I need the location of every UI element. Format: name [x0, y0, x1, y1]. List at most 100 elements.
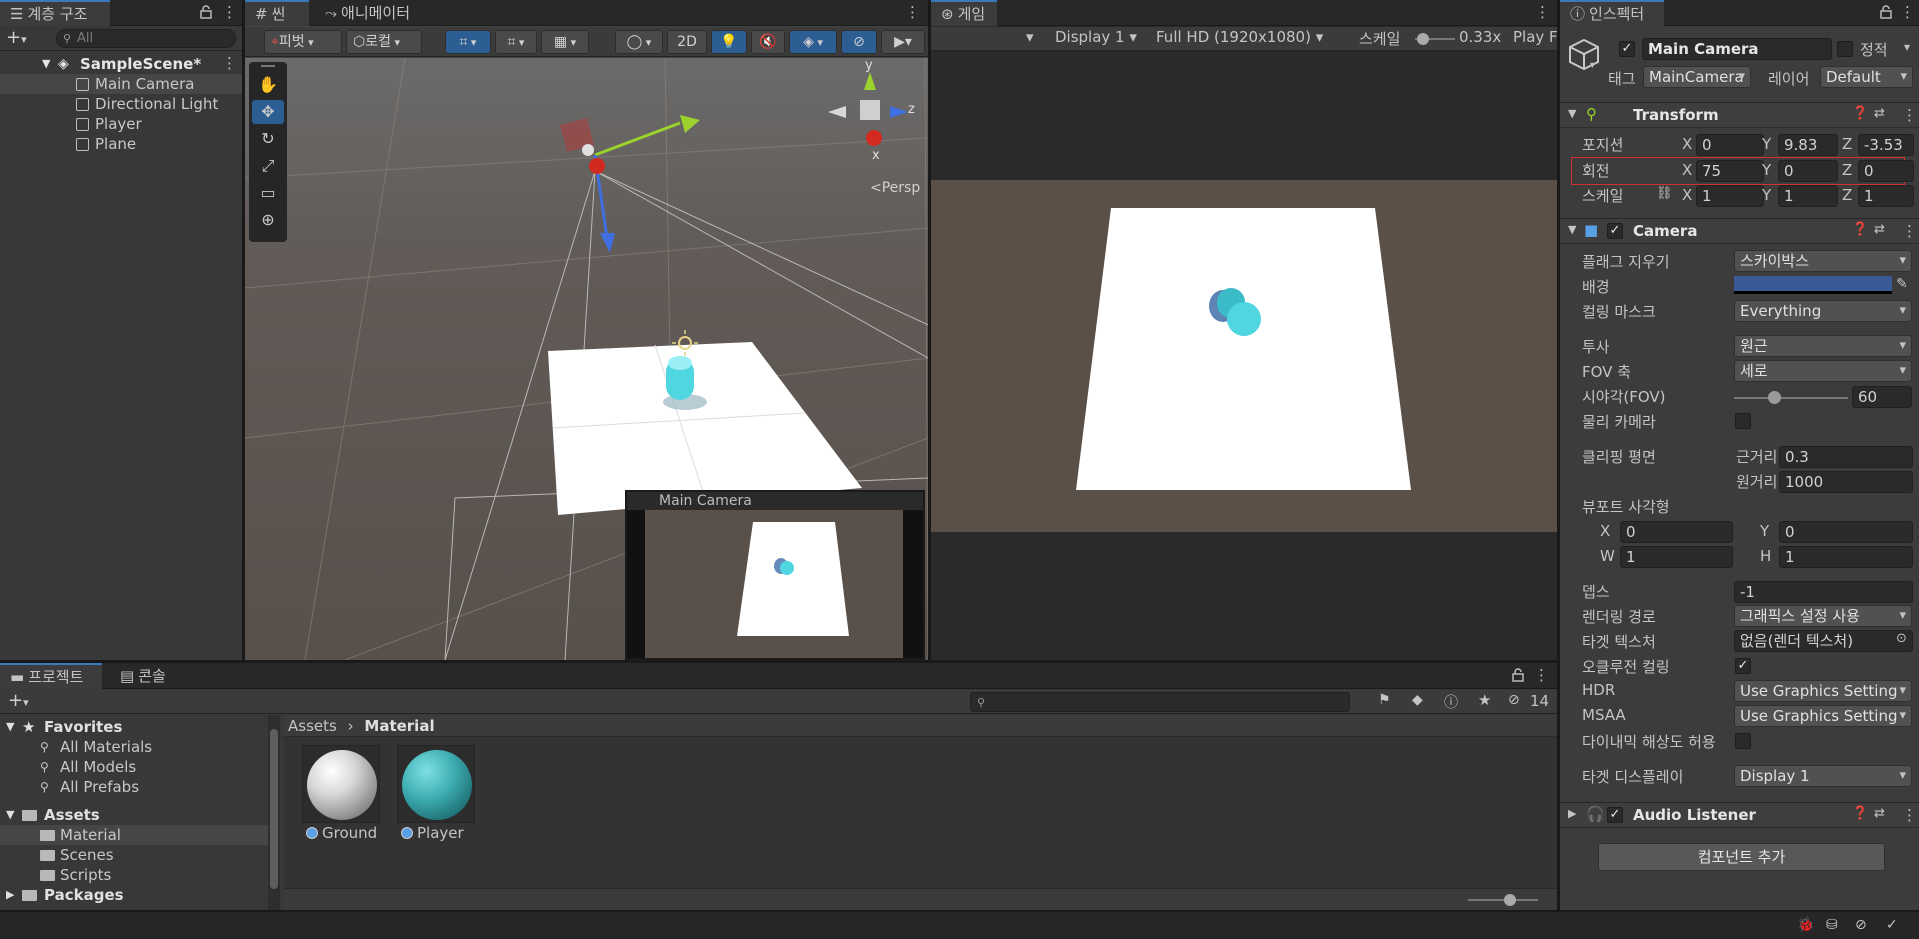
- help-icon[interactable]: ❓: [1852, 222, 1868, 237]
- constrain-proportions-icon[interactable]: ⛓: [1656, 186, 1673, 201]
- scene-root[interactable]: ▼ ◈ SampleScene* ⋮: [0, 54, 242, 74]
- favorites-all-models[interactable]: ⚲ All Models: [0, 757, 268, 777]
- breadcrumb-material[interactable]: Material: [364, 717, 434, 735]
- breadcrumb-assets[interactable]: Assets: [288, 717, 337, 735]
- scene-viewport[interactable]: ✋ ✥ ↻ ⤢ ▭ ⊕ y z x <Persp Main Camera: [245, 58, 928, 660]
- foldout-arrow-icon[interactable]: ▼: [1568, 107, 1576, 120]
- favorites-all-prefabs[interactable]: ⚲ All Prefabs: [0, 777, 268, 797]
- shading-mode-button[interactable]: ◯ ▾: [615, 30, 663, 54]
- scale-tool-icon[interactable]: ⤢: [252, 154, 284, 178]
- hierarchy-item-directional-light[interactable]: Directional Light: [0, 94, 242, 114]
- hidden-objects-toggle[interactable]: ⊘: [841, 30, 877, 54]
- foldout-arrow-icon[interactable]: ▼: [1568, 223, 1576, 236]
- rect-tool-icon[interactable]: ▭: [252, 181, 284, 205]
- eyedropper-icon[interactable]: ✎: [1896, 276, 1908, 292]
- folder-material[interactable]: Material: [0, 825, 268, 845]
- preset-icon[interactable]: ⇄: [1874, 106, 1885, 121]
- progress-check-icon[interactable]: ✓: [1886, 917, 1898, 933]
- tree-scrollbar[interactable]: [268, 715, 280, 910]
- icon-dropdown-arrow[interactable]: ▾: [1590, 60, 1595, 71]
- viewport-h-field[interactable]: 1: [1779, 546, 1913, 568]
- tab-scene[interactable]: # 씬: [245, 0, 309, 26]
- game-menu-icon[interactable]: ⋮: [1535, 4, 1550, 20]
- audio-listener-enabled-checkbox[interactable]: ✓: [1607, 807, 1623, 823]
- fov-slider[interactable]: [1734, 391, 1848, 405]
- scale-y-field[interactable]: 1: [1778, 185, 1838, 207]
- audio-toggle[interactable]: 🔇: [751, 30, 785, 54]
- audio-listener-header[interactable]: ▶ 🎧 ✓ Audio Listener ❓ ⇄ ⋮: [1560, 802, 1919, 828]
- search-by-type-icon[interactable]: ⚑: [1378, 692, 1391, 708]
- static-dropdown-arrow[interactable]: ▾: [1904, 40, 1910, 54]
- viewport-y-field[interactable]: 0: [1779, 521, 1913, 543]
- hierarchy-menu-icon[interactable]: ⋮: [222, 4, 237, 20]
- object-picker-icon[interactable]: ⊙: [1896, 631, 1907, 646]
- scene-menu-icon[interactable]: ⋮: [222, 55, 237, 71]
- background-color-swatch[interactable]: [1734, 276, 1892, 294]
- component-menu-icon[interactable]: ⋮: [1902, 222, 1917, 240]
- active-checkbox[interactable]: ✓: [1619, 41, 1635, 57]
- depth-field[interactable]: -1: [1734, 581, 1913, 603]
- hierarchy-item-main-camera[interactable]: Main Camera: [0, 74, 242, 94]
- help-icon[interactable]: ❓: [1852, 806, 1868, 821]
- persp-label[interactable]: <Persp: [870, 180, 920, 196]
- scale-z-field[interactable]: 1: [1858, 185, 1914, 207]
- foldout-arrow-icon[interactable]: ▶: [1568, 807, 1576, 820]
- hierarchy-item-plane[interactable]: Plane: [0, 134, 242, 154]
- game-mode-dropdown[interactable]: ▾: [1026, 28, 1034, 46]
- expand-arrow-icon[interactable]: ▼: [42, 54, 50, 74]
- scale-x-field[interactable]: 1: [1696, 185, 1764, 207]
- pivot-dropdown[interactable]: ⌖피벗 ▾: [264, 30, 342, 54]
- debug-icon[interactable]: 🐞: [1797, 917, 1814, 933]
- scene-menu-icon[interactable]: ⋮: [905, 4, 920, 20]
- tab-project[interactable]: ▬ 프로젝트: [0, 663, 102, 689]
- grid-snap-button[interactable]: ⌗ ▾: [445, 30, 491, 54]
- move-tool-icon[interactable]: ✥: [252, 100, 284, 124]
- folder-scenes[interactable]: Scenes: [0, 845, 268, 865]
- effects-toggle[interactable]: ◈ ▾: [789, 30, 837, 54]
- assets-folder[interactable]: ▼ Assets: [0, 805, 268, 825]
- favorites-all-materials[interactable]: ⚲ All Materials: [0, 737, 268, 757]
- help-icon[interactable]: ❓: [1852, 106, 1868, 121]
- target-texture-field[interactable]: 없음(렌더 텍스처): [1734, 630, 1913, 652]
- resolution-dropdown[interactable]: Full HD (1920x1080) ▾: [1156, 28, 1323, 46]
- preset-icon[interactable]: ⇄: [1874, 222, 1885, 237]
- physical-camera-checkbox[interactable]: [1735, 413, 1751, 429]
- scale-slider[interactable]: [1415, 33, 1455, 45]
- fov-axis-dropdown[interactable]: 세로: [1734, 360, 1912, 382]
- camera-header[interactable]: ▼ ■ ✓ Camera ❓ ⇄ ⋮: [1560, 218, 1919, 244]
- projection-dropdown[interactable]: 원근: [1734, 335, 1912, 357]
- mode-2d-button[interactable]: 2D: [667, 30, 707, 54]
- create-asset-button[interactable]: +▾: [8, 690, 42, 712]
- position-z-field[interactable]: -3.53: [1858, 134, 1914, 156]
- rotation-x-field[interactable]: 75: [1696, 160, 1764, 182]
- component-menu-icon[interactable]: ⋮: [1902, 806, 1917, 824]
- auto-generate-lighting-icon[interactable]: ⊘: [1855, 917, 1867, 933]
- hidden-packages-icon[interactable]: ⊘: [1508, 692, 1520, 708]
- favorites-star-icon[interactable]: ★: [1478, 691, 1491, 709]
- dynamic-resolution-checkbox[interactable]: [1735, 733, 1751, 749]
- hdr-dropdown[interactable]: Use Graphics Setting: [1734, 680, 1912, 702]
- display-dropdown[interactable]: Display 1 ▾: [1055, 28, 1137, 46]
- lock-icon[interactable]: [1880, 5, 1892, 19]
- tab-animator[interactable]: ⤳ 애니메이터: [315, 0, 420, 26]
- hand-tool-icon[interactable]: ✋: [252, 73, 284, 97]
- tab-console[interactable]: ▤ 콘솔: [110, 663, 176, 689]
- play-focused-dropdown[interactable]: Play F: [1513, 28, 1557, 46]
- target-display-dropdown[interactable]: Display 1: [1734, 765, 1912, 787]
- preset-icon[interactable]: ⇄: [1874, 806, 1885, 821]
- lock-icon[interactable]: [1512, 668, 1524, 682]
- occlusion-culling-checkbox[interactable]: ✓: [1735, 658, 1751, 674]
- position-x-field[interactable]: 0: [1696, 134, 1764, 156]
- rotate-tool-icon[interactable]: ↻: [252, 127, 284, 151]
- viewport-w-field[interactable]: 1: [1620, 546, 1733, 568]
- search-by-label-icon[interactable]: ◆: [1412, 692, 1423, 708]
- component-menu-icon[interactable]: ⋮: [1902, 106, 1917, 124]
- favorites-item[interactable]: ▼ ★ Favorites: [0, 717, 268, 737]
- tag-dropdown[interactable]: MainCamera: [1643, 66, 1751, 88]
- rotation-z-field[interactable]: 0: [1858, 160, 1914, 182]
- transform-tool-icon[interactable]: ⊕: [252, 208, 284, 232]
- fov-value-field[interactable]: 60: [1852, 386, 1912, 408]
- msaa-dropdown[interactable]: Use Graphics Setting: [1734, 705, 1912, 727]
- transform-header[interactable]: ▼ ⚲ Transform ❓ ⇄ ⋮: [1560, 102, 1919, 128]
- position-y-field[interactable]: 9.83: [1778, 134, 1838, 156]
